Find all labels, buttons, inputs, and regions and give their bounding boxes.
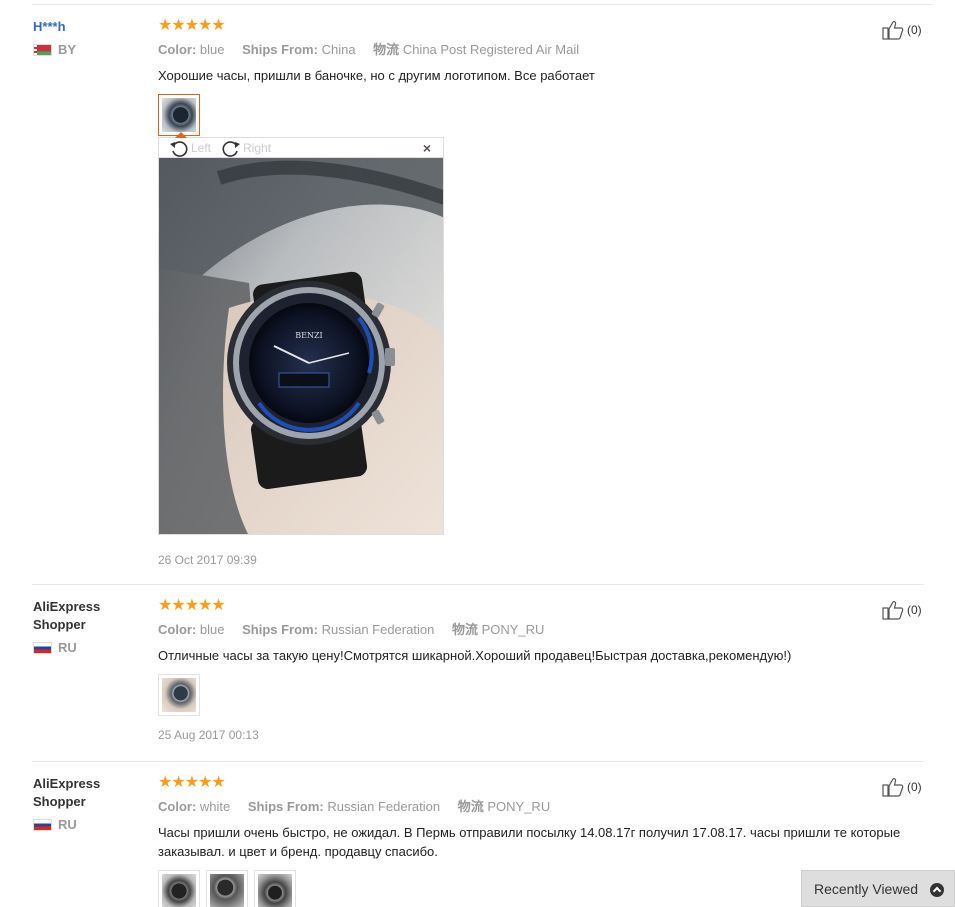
watch-photo [210,874,244,907]
recently-viewed-button[interactable]: Recently Viewed [801,870,955,907]
ships-from-value: Russian Federation [321,622,435,637]
reviewer-name: AliExpress Shopper [33,599,101,632]
logistics-value: PONY_RU [487,799,551,814]
rotate-right-label: Right [243,140,272,155]
rotate-left-label: Left [191,140,212,155]
ships-from-label: Ships From: [242,622,318,637]
review-photos [158,674,878,716]
color-value: blue [199,42,225,57]
review-content: ★★★★★ Color: blue Ships From: Russian Fe… [158,598,878,742]
review-photo-thumbnail[interactable] [158,674,200,716]
watch-photo [162,678,196,712]
helpful-vote[interactable]: (0) [882,777,922,797]
reviewer-info: AliExpress Shopper RU [33,598,143,655]
ships-from-label: Ships From: [247,799,324,814]
order-info: Color: blue Ships From: Russian Federati… [158,621,878,639]
star-rating: ★★★★★ [158,774,226,791]
review-date: 26 Oct 2017 09:39 [158,553,257,567]
review-photos [158,870,878,907]
rotate-right-icon [222,140,241,157]
color-value: white [199,799,231,814]
country-code: BY [58,42,77,57]
ships-from-value: Russian Federation [327,799,441,814]
review-divider [32,761,924,762]
watch-photo [258,874,292,907]
photo-viewer: Left Right × BENZI [158,132,444,543]
watch-brand-text: BENZI [295,331,322,340]
color-label: Color: [158,622,197,637]
helpful-count: (0) [907,780,922,794]
review-photo-thumbnail[interactable] [254,870,296,907]
order-info: Color: white Ships From: Russian Federat… [158,798,878,816]
star-rating: ★★★★★ [158,17,226,34]
rotate-right-button[interactable]: Right [221,139,271,157]
logistics-label: 物流 [457,799,484,814]
rotate-left-icon [170,140,188,157]
reviewer-country: RU [33,817,143,832]
review-text: Хорошие часы, пришли в баночке, но с дру… [158,68,595,83]
review-content: ★★★★★ Color: white Ships From: Russian F… [158,774,900,907]
color-label: Color: [158,799,197,814]
review-text: Отличные часы за такую цену!Смотрятся ши… [158,648,792,663]
review-photo-thumbnail[interactable] [158,94,200,136]
color-label: Color: [158,42,197,57]
rotate-left-button[interactable]: Left [169,139,211,157]
reviewer-name: AliExpress Shopper [33,776,101,809]
star-rating: ★★★★★ [158,597,226,614]
belarus-flag-icon [33,43,52,56]
ships-from-label: Ships From: [242,42,318,57]
review-photo-thumbnail[interactable] [158,870,200,907]
chevron-up-icon [930,883,944,897]
thumbs-up-icon [882,601,904,620]
review-photo-thumbnail[interactable] [206,870,248,907]
thumbs-up-icon [882,21,904,40]
review-content: ★★★★★ Color: blue Ships From: China 物流 C… [158,18,878,136]
color-value: blue [199,622,225,637]
reviewer-name[interactable]: H***h [33,18,143,36]
russia-flag-icon [33,818,52,831]
helpful-vote[interactable]: (0) [882,20,922,40]
logistics-label: 物流 [373,42,400,57]
watch-on-wrist-photo: BENZI [159,158,443,534]
order-info: Color: blue Ships From: China 物流 China P… [158,41,878,59]
close-viewer-button[interactable]: × [423,140,431,156]
review-divider [32,584,924,585]
reviewer-info: AliExpress Shopper RU [33,775,143,832]
watch-photo [162,98,196,132]
logistics-value: China Post Registered Air Mail [402,42,580,57]
recently-viewed-label: Recently Viewed [814,880,919,897]
logistics-value: PONY_RU [481,622,545,637]
photo-viewer-toolbar: Left Right × [158,132,444,157]
logistics-label: 物流 [451,622,478,637]
watch-photo [162,874,196,907]
reviewer-country: BY [33,42,143,57]
review-date: 25 Aug 2017 00:13 [158,728,259,742]
country-code: RU [58,640,77,655]
review-photos [158,94,878,136]
russia-flag-icon [33,641,52,654]
review-text: Часы пришли очень быстро, не ожидал. В П… [158,825,901,859]
helpful-count: (0) [907,603,922,617]
thumbs-up-icon [882,778,904,797]
country-code: RU [58,817,77,832]
helpful-vote[interactable]: (0) [882,600,922,620]
ships-from-value: China [321,42,356,57]
reviewer-country: RU [33,640,143,655]
helpful-count: (0) [907,23,922,37]
enlarged-photo: BENZI [158,157,444,535]
reviewer-info: H***h BY [33,18,143,57]
top-divider [32,4,932,5]
